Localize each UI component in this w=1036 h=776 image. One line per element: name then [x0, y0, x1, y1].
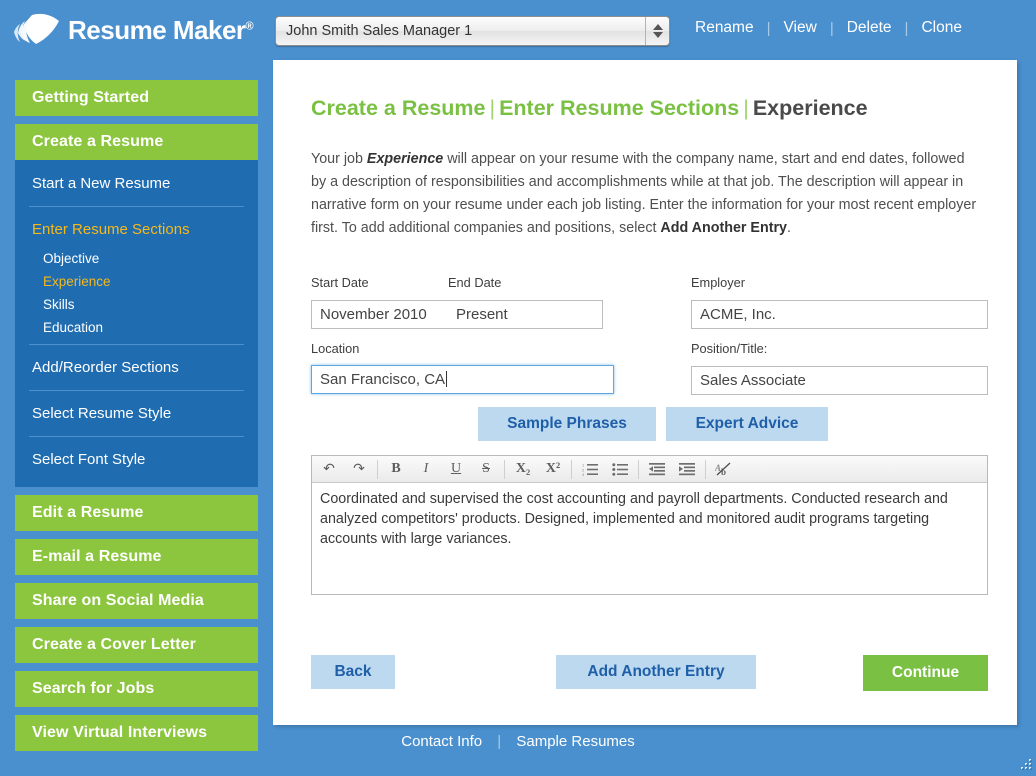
sidebar-item-email-a-resume[interactable]: E-mail a Resume — [15, 539, 258, 575]
numbered-list-icon[interactable]: 1 2 3 — [575, 457, 605, 482]
sidebar-item-objective[interactable]: Objective — [15, 247, 258, 270]
spinner-down-arrow[interactable] — [652, 32, 663, 38]
add-another-entry-button[interactable]: Add Another Entry — [556, 655, 756, 689]
app-logo[interactable]: Resume Maker® — [14, 12, 254, 48]
sidebar-item-edit-a-resume[interactable]: Edit a Resume — [15, 495, 258, 531]
toolbar-divider — [638, 459, 639, 479]
subnav-divider — [29, 436, 244, 437]
sidebar-item-experience[interactable]: Experience — [15, 270, 258, 293]
intro-text-3: . — [786, 220, 791, 236]
bulleted-list-glyph — [612, 463, 628, 476]
rename-button[interactable]: Rename — [682, 19, 767, 37]
brand-name: Resume Maker® — [68, 14, 254, 45]
location-input-value: San Francisco, CA — [320, 371, 446, 388]
continue-button[interactable]: Continue — [863, 655, 988, 691]
bulleted-list-icon[interactable] — [605, 457, 635, 482]
subnav-divider — [29, 390, 244, 391]
intro-emphasis: Experience — [366, 151, 444, 167]
sidebar-item-getting-started[interactable]: Getting Started — [15, 80, 258, 116]
contact-info-link[interactable]: Contact Info — [390, 733, 493, 750]
position-label: Position/Title: — [691, 341, 768, 356]
resume-selector-value[interactable]: John Smith Sales Manager 1 — [276, 23, 645, 39]
employer-input[interactable]: ACME, Inc. — [691, 300, 988, 329]
resume-selector[interactable]: John Smith Sales Manager 1 — [275, 16, 670, 46]
italic-icon[interactable]: I — [411, 457, 441, 482]
main-content-panel: Create a Resume | Enter Resume Sections | Ex… — [273, 60, 1017, 725]
toolbar-divider — [705, 459, 706, 479]
sidebar-subnav: Start a New Resume Enter Resume Sections… — [15, 160, 258, 487]
breadcrumb-experience: Experience — [752, 96, 868, 120]
end-date-input[interactable]: Present — [448, 300, 603, 329]
sidebar-item-add-reorder-sections[interactable]: Add/Reorder Sections — [15, 350, 258, 385]
toolbar-divider — [571, 459, 572, 479]
spinner-up-arrow[interactable] — [652, 24, 663, 30]
clone-button[interactable]: Clone — [908, 19, 975, 37]
stacked-pages-icon — [14, 13, 59, 44]
location-label: Location — [311, 341, 360, 356]
breadcrumb: Create a Resume | Enter Resume Sections | Ex… — [311, 96, 868, 121]
top-bar: Resume Maker® John Smith Sales Manager 1… — [0, 0, 1036, 60]
page-description: Your job Experience will appear on your … — [311, 148, 981, 240]
toolbar-divider — [504, 459, 505, 479]
footer: Contact Info | Sample Resumes — [0, 733, 1036, 750]
text-caret — [446, 371, 448, 387]
clear-formatting-glyph: A b — [715, 462, 731, 477]
spinner-updown-icon[interactable] — [645, 17, 669, 45]
sample-resumes-link[interactable]: Sample Resumes — [505, 733, 645, 750]
view-button[interactable]: View — [771, 19, 830, 37]
strikethrough-icon[interactable]: S — [471, 457, 501, 482]
undo-icon[interactable]: ↶ — [314, 457, 344, 482]
start-date-label: Start Date — [311, 275, 369, 290]
indent-glyph — [679, 463, 695, 476]
position-input[interactable]: Sales Associate — [691, 366, 988, 395]
registered-mark: ® — [245, 19, 254, 32]
clear-formatting-icon[interactable]: A b — [709, 457, 739, 482]
employer-label: Employer — [691, 275, 746, 290]
sidebar-item-select-font-style[interactable]: Select Font Style — [15, 442, 258, 477]
bold-icon[interactable]: B — [381, 457, 411, 482]
sidebar-item-education[interactable]: Education — [15, 316, 258, 339]
outdent-icon[interactable] — [642, 457, 672, 482]
svg-text:3: 3 — [582, 472, 585, 476]
location-input[interactable]: San Francisco, CA — [311, 365, 614, 394]
outdent-glyph — [649, 463, 665, 476]
sidebar-item-start-a-new-resume[interactable]: Start a New Resume — [15, 166, 258, 201]
sidebar-item-enter-resume-sections[interactable]: Enter Resume Sections — [15, 212, 258, 247]
subscript-icon[interactable]: X₂ — [508, 457, 538, 482]
redo-icon[interactable]: ↷ — [344, 457, 374, 482]
subnav-divider — [29, 344, 244, 345]
sidebar-item-create-a-cover-letter[interactable]: Create a Cover Letter — [15, 627, 258, 663]
description-editor[interactable]: ↶ ↷ B I U S X₂ X² 1 2 3 A b Coordinated … — [311, 455, 988, 595]
delete-button[interactable]: Delete — [834, 19, 905, 37]
superscript-icon[interactable]: X² — [538, 457, 568, 482]
breadcrumb-create-a-resume[interactable]: Create a Resume — [311, 96, 485, 120]
intro-text-1: Your job — [311, 151, 367, 167]
sidebar-item-create-a-resume[interactable]: Create a Resume — [15, 124, 258, 160]
start-date-input[interactable]: November 2010 — [311, 300, 449, 329]
indent-icon[interactable] — [672, 457, 702, 482]
breadcrumb-enter-resume-sections[interactable]: Enter Resume Sections — [499, 96, 739, 120]
sidebar-item-share-on-social-media[interactable]: Share on Social Media — [15, 583, 258, 619]
intro-strong: Add Another Entry — [660, 220, 787, 236]
expert-advice-button[interactable]: Expert Advice — [666, 407, 828, 441]
sidebar: Getting Started Create a Resume Start a … — [15, 80, 258, 759]
numbered-list-glyph: 1 2 3 — [582, 463, 598, 476]
underline-icon[interactable]: U — [441, 457, 471, 482]
sidebar-item-skills[interactable]: Skills — [15, 293, 258, 316]
sidebar-item-select-resume-style[interactable]: Select Resume Style — [15, 396, 258, 431]
breadcrumb-divider: | — [743, 96, 749, 120]
window-resize-grip[interactable] — [1017, 757, 1033, 773]
toolbar-divider — [377, 459, 378, 479]
top-actions: Rename | View | Delete | Clone — [682, 19, 975, 37]
editor-toolbar: ↶ ↷ B I U S X₂ X² 1 2 3 A b — [312, 456, 987, 483]
subnav-divider — [29, 206, 244, 207]
sidebar-item-search-for-jobs[interactable]: Search for Jobs — [15, 671, 258, 707]
breadcrumb-divider: | — [489, 96, 496, 120]
footer-separator: | — [497, 733, 502, 750]
description-text[interactable]: Coordinated and supervised the cost acco… — [312, 483, 987, 555]
end-date-label: End Date — [448, 275, 502, 290]
sample-phrases-button[interactable]: Sample Phrases — [478, 407, 656, 441]
back-button[interactable]: Back — [311, 655, 395, 689]
